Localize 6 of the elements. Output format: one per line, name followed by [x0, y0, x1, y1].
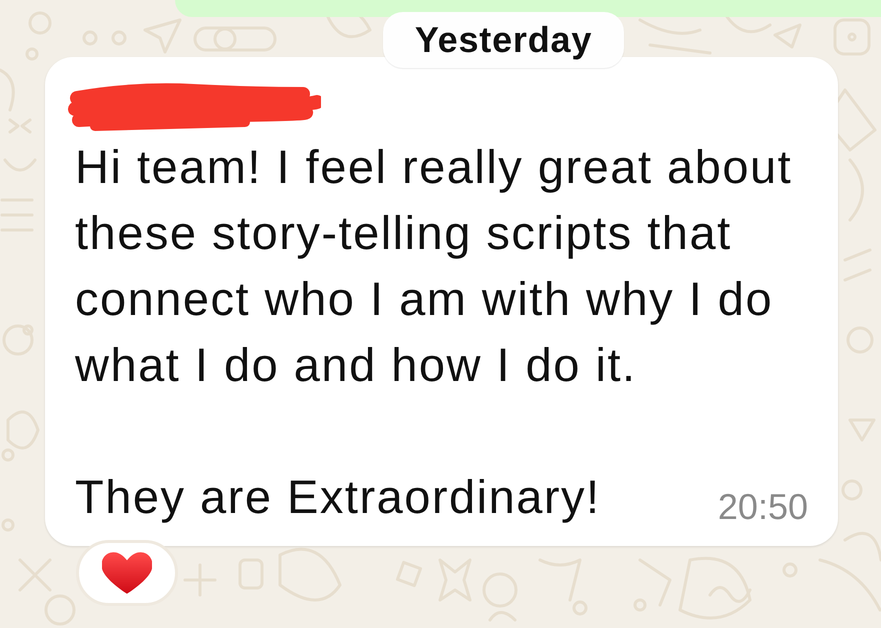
reaction-button[interactable]: [76, 540, 178, 606]
message-text: They are Extraordinary!: [75, 469, 601, 525]
message-text: Hi team! I feel really great about these story-telling scripts that connect who I am with why I do what I do and how I do it.: [75, 139, 794, 393]
message-time: 20:50: [718, 489, 808, 525]
heart-icon: [102, 552, 152, 594]
date-divider: Yesterday: [383, 12, 624, 68]
